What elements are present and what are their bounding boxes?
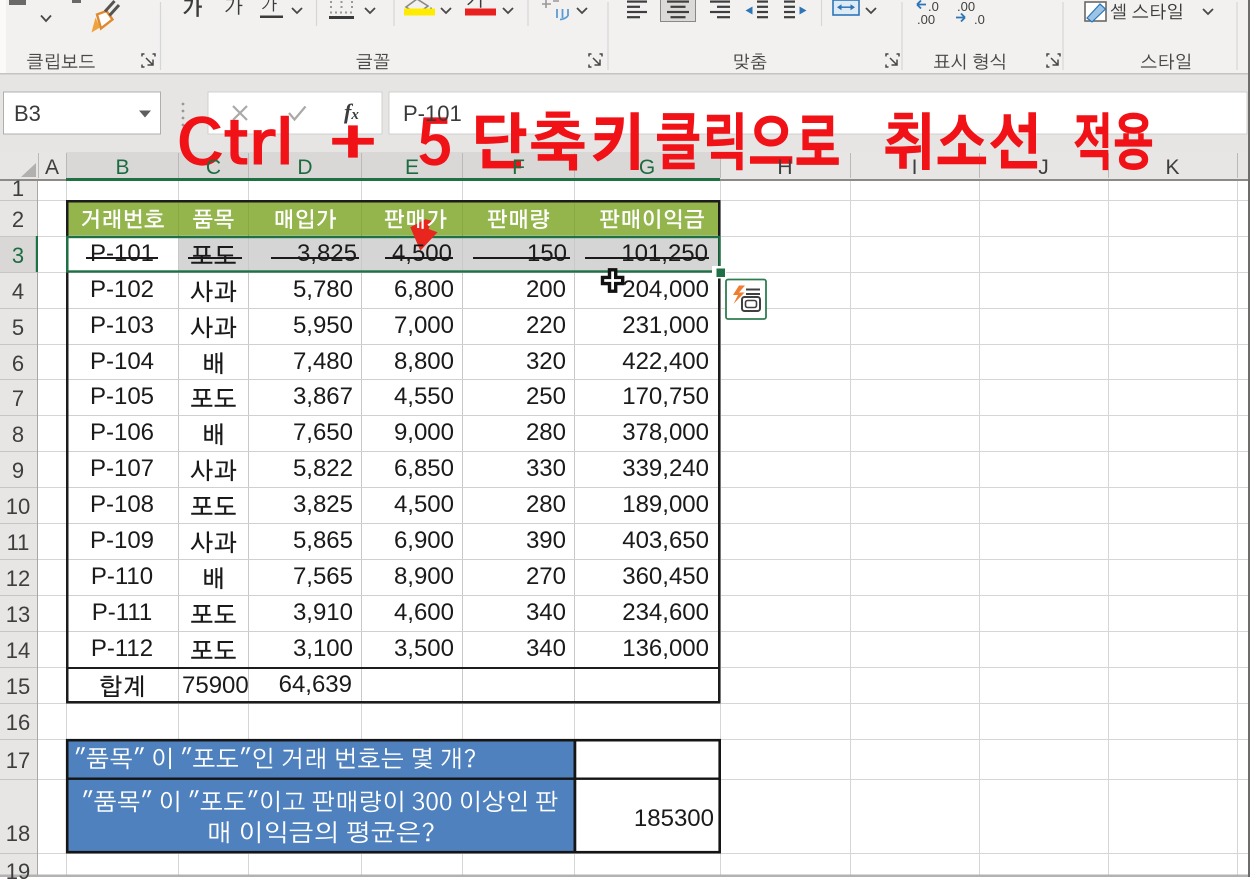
svg-text:.00: .00 bbox=[917, 12, 935, 27]
svg-text:.0: .0 bbox=[974, 12, 985, 27]
svg-text:.00: .00 bbox=[957, 0, 975, 14]
